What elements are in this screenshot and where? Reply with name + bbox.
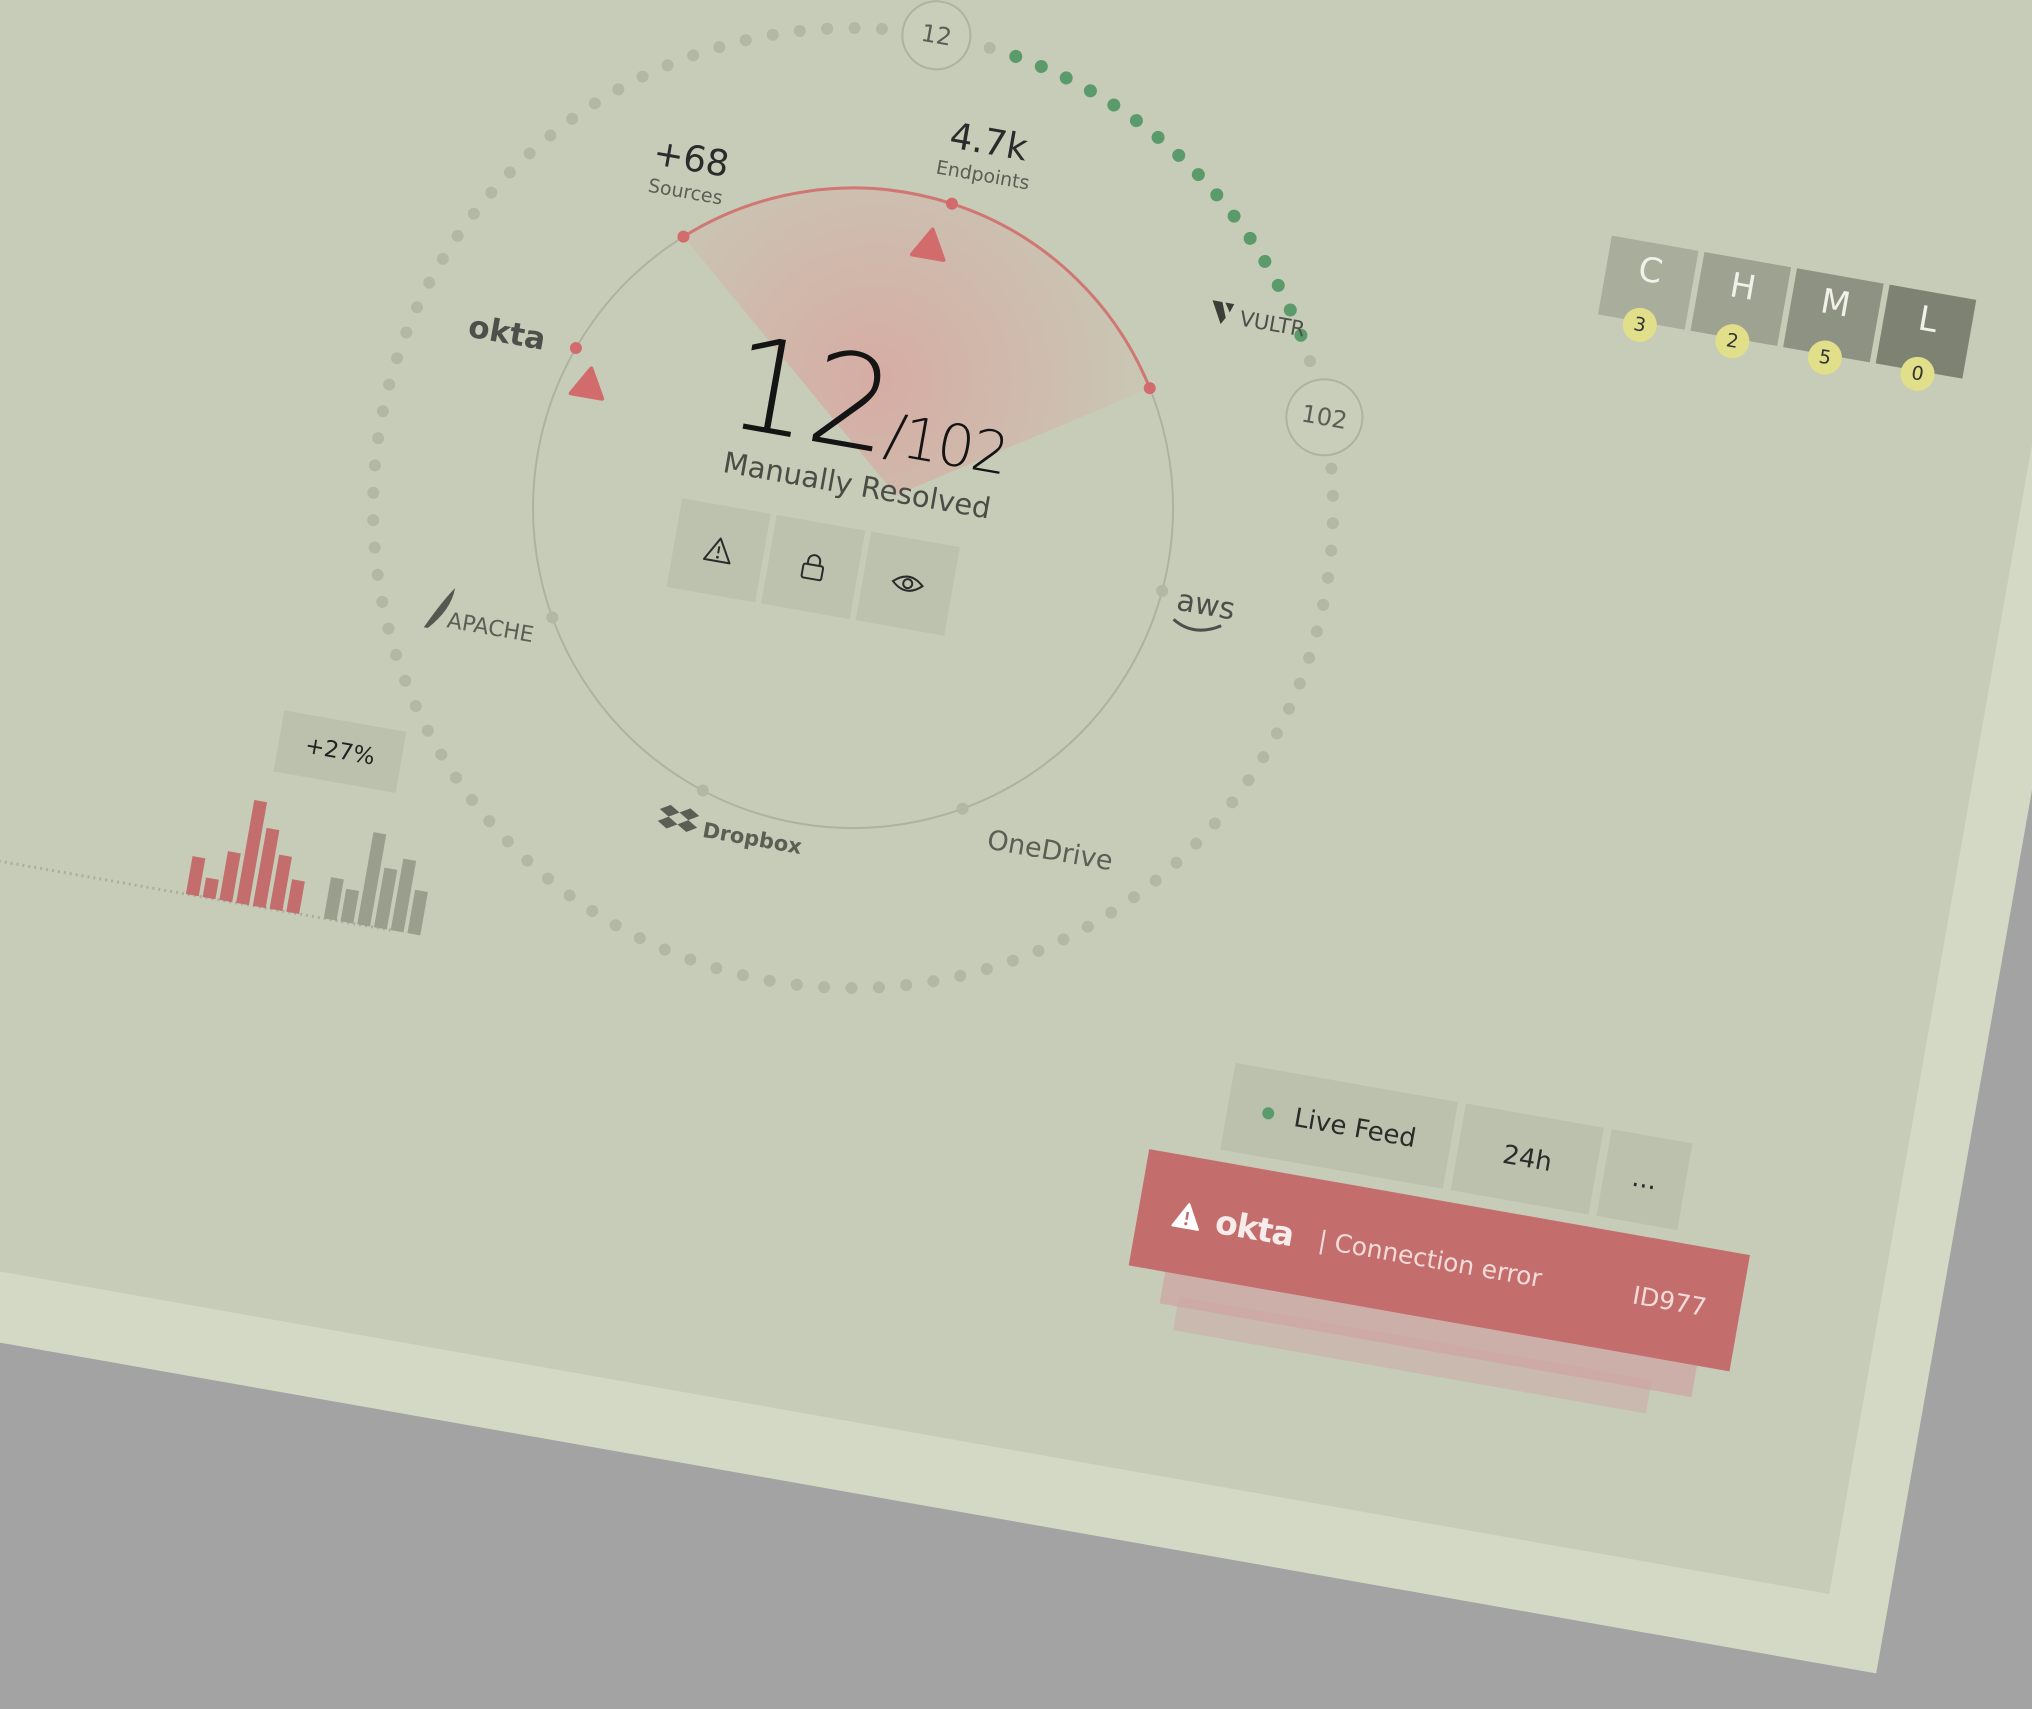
dashboard-scene: 12 102 4.7k Endpoints +68 Sources okta V… — [0, 0, 2032, 1709]
sparkline-bar-red — [219, 851, 241, 903]
sparkline-bar-red — [286, 879, 305, 914]
sparkline-bar-grey — [323, 877, 344, 921]
sparkline-bar-red — [202, 877, 219, 900]
sparkline-bar-grey — [340, 888, 360, 924]
sparkline-bar-grey — [407, 889, 428, 936]
sparkline-bar-red — [185, 856, 206, 897]
activity-sparkline — [0, 799, 428, 936]
